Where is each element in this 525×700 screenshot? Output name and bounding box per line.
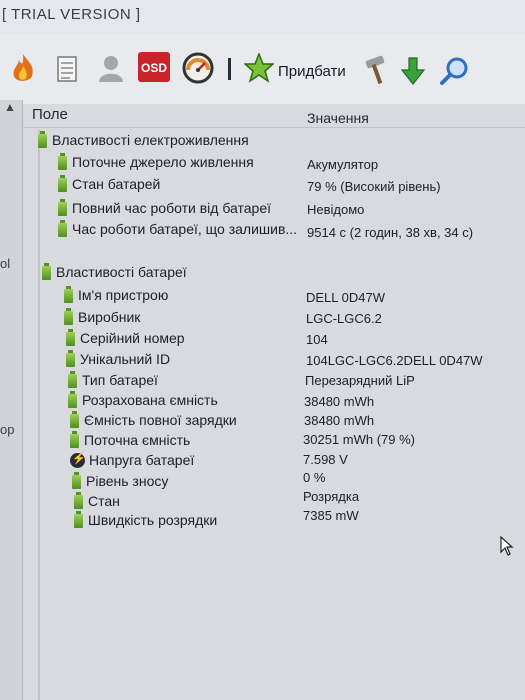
osd-icon[interactable]: OSD [138,52,170,82]
row-value: Перезарядний LiP [305,373,415,388]
section-power-properties[interactable]: Властивості електроживлення [38,131,249,148]
column-header-field[interactable]: Поле [32,106,68,123]
osd-label: OSD [141,61,167,75]
edge-text-2: op [0,422,15,437]
edge-text-1: ol [0,256,11,271]
row-value: 38480 mWh [304,413,375,428]
battery-icon [70,411,79,428]
left-pane [0,100,23,700]
toolbar-separator [228,58,231,80]
row-value: 104 [306,332,328,347]
battery-icon [68,371,77,388]
battery-icon [64,286,73,303]
row-value: 9514 с (2 годин, 38 хв, 34 с) [307,225,474,240]
row-value: LGC-LGC6.2 [306,311,382,326]
row-value: 104LGC-LGC6.2DELL 0D47W [306,353,483,368]
row-value: Акумулятор [307,157,379,172]
battery-icon [72,472,81,489]
row-value: 79 % (Високий рівень) [307,179,441,194]
list-item[interactable]: Швидкість розрядки [74,511,217,528]
list-item[interactable]: Час роботи батареї, що залишив... [58,220,297,237]
window-title: [ TRIAL VERSION ] [2,6,141,23]
list-item[interactable]: Ємність повної зарядки [70,411,237,428]
row-value: 7.598 V [303,452,348,467]
buy-button[interactable]: Придбати [278,63,346,80]
battery-icon [68,391,77,408]
voltage-icon [70,452,86,468]
battery-icon [58,199,67,216]
row-value: DELL 0D47W [306,290,385,305]
report-icon[interactable] [52,53,82,83]
star-add-icon[interactable] [244,53,274,83]
row-value: 38480 mWh [304,394,375,409]
row-value: 0 % [303,470,326,485]
row-value: Невідомо [307,202,365,217]
list-item[interactable]: Виробник [64,308,140,325]
row-value: 7385 mW [303,508,359,523]
list-item[interactable]: Ім'я пристрою [64,286,168,303]
flame-icon[interactable] [8,52,38,84]
hammer-icon[interactable] [362,55,390,85]
list-item[interactable]: Поточна ємність [70,431,190,448]
tree-line [38,130,40,700]
list-item[interactable]: Повний час роботи від батареї [58,199,271,216]
list-item[interactable]: Рівень зносу [72,472,168,489]
list-item[interactable]: Унікальний ID [66,350,170,367]
user-icon[interactable] [96,53,126,83]
list-item[interactable]: Напруга батареї [70,452,194,468]
battery-icon [38,131,47,148]
download-arrow-icon[interactable] [400,56,426,86]
section-battery-properties[interactable]: Властивості батареї [42,263,187,280]
list-item[interactable]: Поточне джерело живлення [58,153,254,170]
list-item[interactable]: Розрахована ємність [68,391,218,408]
battery-icon [58,175,67,192]
row-value: 30251 mWh (79 %) [303,432,415,447]
battery-icon [58,153,67,170]
search-icon[interactable] [440,56,470,86]
column-header-value[interactable]: Значення [307,110,369,126]
battery-icon [74,492,83,509]
battery-icon [74,511,83,528]
title-bar: [ TRIAL VERSION ] [0,0,525,34]
header-divider [22,127,525,128]
battery-icon [58,220,67,237]
gauge-icon[interactable] [182,52,214,84]
list-item[interactable]: Стан батарей [58,175,160,192]
battery-icon [64,308,73,325]
battery-icon [66,329,75,346]
battery-icon [70,431,79,448]
list-item[interactable]: Стан [74,492,120,509]
list-item[interactable]: Серійний номер [66,329,185,346]
row-value: Розрядка [303,489,360,504]
battery-icon [66,350,75,367]
list-item[interactable]: Тип батареї [68,371,158,388]
battery-icon [42,263,51,280]
scroll-up-icon[interactable]: ▲ [4,100,16,114]
mouse-cursor-icon [500,535,514,561]
